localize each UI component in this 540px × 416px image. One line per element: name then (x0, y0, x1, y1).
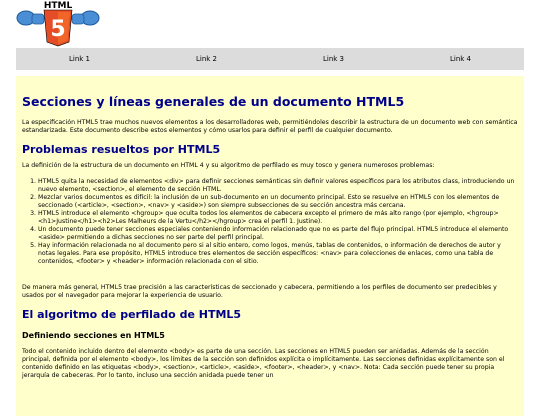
list-item: Mezclar varios documentos es difícil: la… (38, 194, 518, 210)
html5-logo: HTML 5 (16, 0, 100, 48)
intro-paragraph: La especificación HTML5 trae muchos nuev… (22, 119, 518, 135)
defining-sections-paragraph: Todo el contenido incluido dentro del el… (22, 347, 505, 379)
list-item: Un documento puede tener secciones espec… (38, 226, 518, 242)
problems-lead: La definición de la estructura de un doc… (22, 162, 435, 170)
nav-link-3[interactable]: Link 3 (270, 48, 397, 70)
nav-link-4[interactable]: Link 4 (397, 48, 524, 70)
nav-link-2[interactable]: Link 2 (143, 48, 270, 70)
list-item: HTML5 introduce el elemento <hgroup> que… (38, 210, 518, 226)
section-heading-algorithm: El algoritmo de perfilado de HTML5 (22, 307, 242, 321)
list-item: Hay información relacionada no al docume… (38, 242, 518, 266)
section-heading-problems: Problemas resueltos por HTML5 (22, 143, 221, 157)
page-header: HTML 5 Link 1 Link 2 Link 3 Link 4 (0, 0, 540, 70)
nav-link-1[interactable]: Link 1 (16, 48, 143, 70)
list-item: HTML5 quita la necesidad de elementos <d… (38, 178, 518, 194)
svg-text:HTML: HTML (44, 1, 73, 11)
problems-closing: De manera más general, HTML5 trae precis… (22, 283, 497, 299)
main-navigation: Link 1 Link 2 Link 3 Link 4 (16, 48, 524, 70)
svg-text:5: 5 (50, 17, 65, 42)
main-content: Secciones y líneas generales de un docum… (16, 76, 524, 416)
subheading-defining-sections: Definiendo secciones en HTML5 (22, 330, 165, 340)
problems-list: HTML5 quita la necesidad de elementos <d… (22, 178, 518, 265)
page-title: Secciones y líneas generales de un docum… (22, 94, 405, 109)
